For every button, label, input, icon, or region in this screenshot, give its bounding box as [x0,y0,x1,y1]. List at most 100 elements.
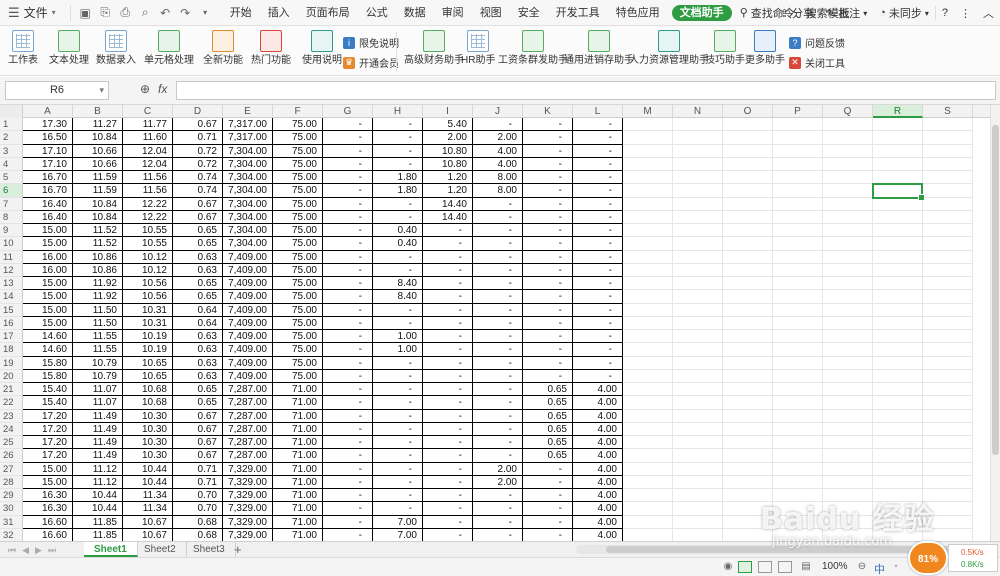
cell-K15[interactable]: - [523,303,573,317]
cell-O8[interactable] [723,210,773,224]
cell-L29[interactable]: 4.00 [573,489,623,503]
cell-P6[interactable] [773,184,823,198]
cell-Q28[interactable] [823,475,873,489]
tab-0[interactable]: 开始 [222,0,260,26]
cell-D32[interactable]: 0.68 [173,528,223,541]
page-layout-view-icon[interactable] [758,561,772,573]
cell-L22[interactable]: 4.00 [573,396,623,410]
cell-J8[interactable]: - [473,210,523,224]
cell-C19[interactable]: 10.65 [123,356,173,370]
cell-D15[interactable]: 0.64 [173,303,223,317]
cell-E18[interactable]: 7,409.00 [223,343,273,357]
zoom-level[interactable]: 100% [822,561,848,572]
cell-N9[interactable] [673,224,723,238]
cell-L6[interactable]: - [573,184,623,198]
cell-H32[interactable]: 7.00 [373,528,423,541]
cell-G31[interactable]: - [323,515,373,529]
cell-N16[interactable] [673,316,723,330]
cell-J5[interactable]: 8.00 [473,171,523,185]
cell-K26[interactable]: 0.65 [523,449,573,463]
cell-G14[interactable]: - [323,290,373,304]
cell-J24[interactable]: - [473,422,523,436]
cell-I22[interactable]: - [423,396,473,410]
cell-A32[interactable]: 16.60 [23,528,73,541]
cell-S6[interactable] [923,184,973,198]
cell-P2[interactable] [773,131,823,145]
cell-C7[interactable]: 12.22 [123,197,173,211]
row-header[interactable]: 28 [0,475,23,489]
cell-F18[interactable]: 75.00 [273,343,323,357]
cell-G21[interactable]: - [323,383,373,397]
cell-G20[interactable]: - [323,369,373,383]
cell-J27[interactable]: 2.00 [473,462,523,476]
cell-S16[interactable] [923,316,973,330]
row-header[interactable]: 19 [0,356,23,370]
row-header[interactable]: 21 [0,383,23,397]
undo-icon[interactable]: ↶ [157,5,174,21]
tab-7[interactable]: 安全 [510,0,548,26]
cell-M31[interactable] [623,515,673,529]
select-all-corner[interactable] [0,105,23,118]
cell-I29[interactable]: - [423,489,473,503]
cell-M13[interactable] [623,277,673,291]
cell-M2[interactable] [623,131,673,145]
cell-G13[interactable]: - [323,277,373,291]
cell-G12[interactable]: - [323,263,373,277]
cell-N14[interactable] [673,290,723,304]
cell-C27[interactable]: 10.44 [123,462,173,476]
cell-M24[interactable] [623,422,673,436]
usage-guide-button[interactable]: 使用说明 [302,30,342,67]
cell-Q31[interactable] [823,515,873,529]
column-header-L[interactable]: L [573,105,623,118]
cell-M21[interactable] [623,383,673,397]
cell-C29[interactable]: 11.34 [123,489,173,503]
cell-S15[interactable] [923,303,973,317]
cell-B10[interactable]: 11.52 [73,237,123,251]
cell-J10[interactable]: - [473,237,523,251]
cell-Q3[interactable] [823,144,873,158]
cell-R6[interactable] [873,184,923,198]
cell-D5[interactable]: 0.74 [173,171,223,185]
cell-H7[interactable]: - [373,197,423,211]
cell-R26[interactable] [873,449,923,463]
cell-E23[interactable]: 7,287.00 [223,409,273,423]
cell-F19[interactable]: 75.00 [273,356,323,370]
cell-R1[interactable] [873,118,923,132]
cell-B24[interactable]: 11.49 [73,422,123,436]
cell-B2[interactable]: 10.84 [73,131,123,145]
cell-A29[interactable]: 16.30 [23,489,73,503]
cell-B11[interactable]: 10.86 [73,250,123,264]
cell-Q8[interactable] [823,210,873,224]
worksheet-button[interactable]: 工作表 [8,30,38,67]
cell-R5[interactable] [873,171,923,185]
cell-P27[interactable] [773,462,823,476]
cell-S21[interactable] [923,383,973,397]
cell-H13[interactable]: 8.40 [373,277,423,291]
cell-L19[interactable]: - [573,356,623,370]
cell-B3[interactable]: 10.66 [73,144,123,158]
cell-A26[interactable]: 17.20 [23,449,73,463]
cell-C22[interactable]: 10.68 [123,396,173,410]
cell-J12[interactable]: - [473,263,523,277]
cell-A3[interactable]: 17.10 [23,144,73,158]
cell-O10[interactable] [723,237,773,251]
cell-A6[interactable]: 16.70 [23,184,73,198]
cell-Q25[interactable] [823,436,873,450]
column-header-P[interactable]: P [773,105,823,118]
cell-N17[interactable] [673,330,723,344]
cell-I28[interactable]: - [423,475,473,489]
cell-D13[interactable]: 0.65 [173,277,223,291]
cell-A14[interactable]: 15.00 [23,290,73,304]
cell-I4[interactable]: 10.80 [423,157,473,171]
cell-B13[interactable]: 11.92 [73,277,123,291]
row-header[interactable]: 30 [0,502,23,516]
row-header[interactable]: 12 [0,263,23,277]
row-header[interactable]: 22 [0,396,23,410]
cell-F12[interactable]: 75.00 [273,263,323,277]
cell-L16[interactable]: - [573,316,623,330]
cell-F8[interactable]: 75.00 [273,210,323,224]
cell-Q1[interactable] [823,118,873,132]
cell-M29[interactable] [623,489,673,503]
column-header-C[interactable]: C [123,105,173,118]
cell-F27[interactable]: 71.00 [273,462,323,476]
